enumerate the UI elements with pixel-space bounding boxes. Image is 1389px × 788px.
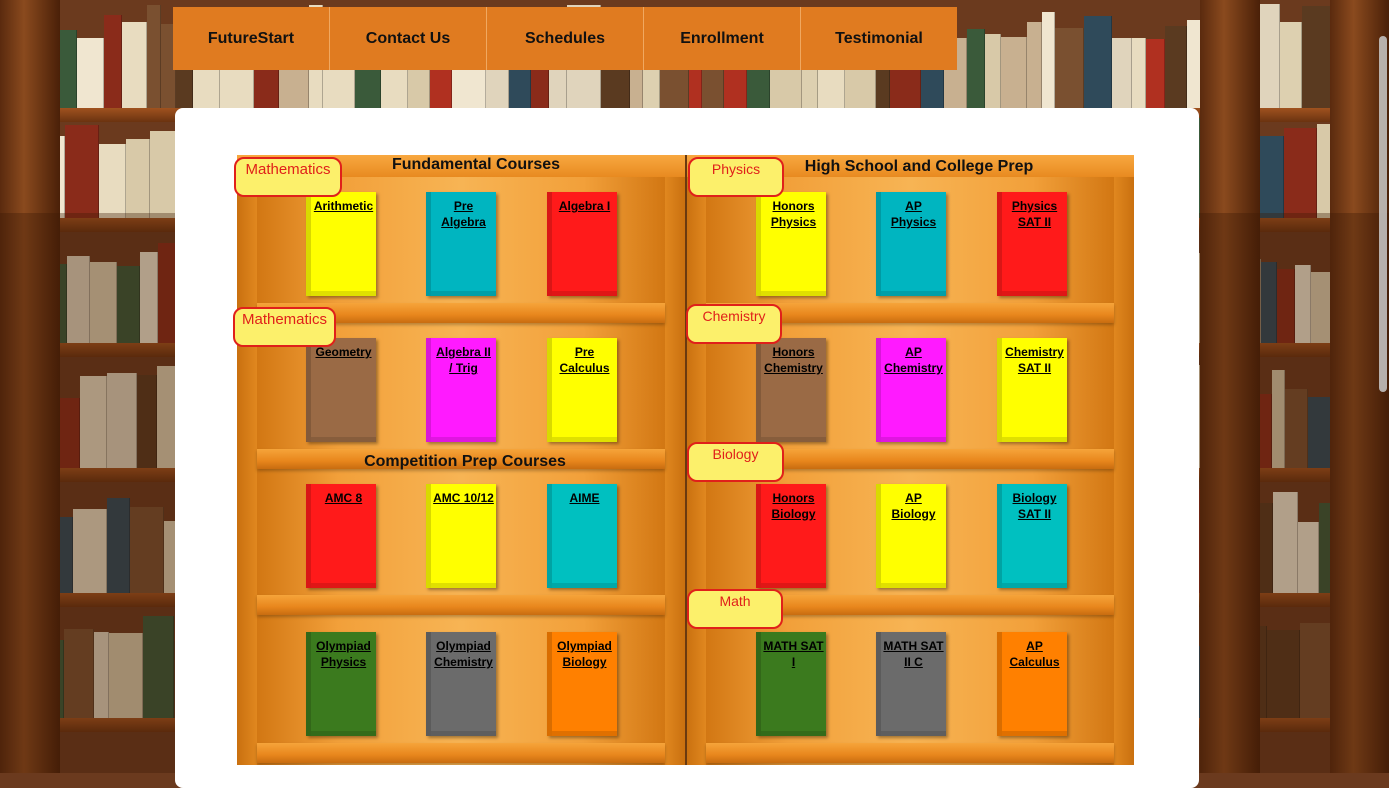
book-olympiad-chemistry[interactable]: Olympiad Chemistry — [426, 632, 496, 736]
book-olympiad-physics[interactable]: Olympiad Physics — [306, 632, 376, 736]
bg-book — [1027, 22, 1042, 110]
nav-testimonial[interactable]: Testimonial — [801, 7, 957, 70]
nav-contact-us[interactable]: Contact Us — [330, 7, 487, 70]
bg-book — [1001, 37, 1027, 110]
nav-futurestart[interactable]: FutureStart — [173, 7, 330, 70]
book-honors-chemistry[interactable]: Honors Chemistry — [756, 338, 826, 442]
book-math-sat-2c[interactable]: MATH SAT II C — [876, 632, 946, 736]
bg-book — [65, 125, 99, 220]
tag-math: Math — [687, 589, 783, 629]
nav-schedules[interactable]: Schedules — [487, 7, 644, 70]
shelf-plank — [706, 743, 1114, 763]
bg-book — [1132, 38, 1146, 110]
bg-book — [1084, 16, 1112, 110]
bg-book — [1042, 12, 1055, 110]
book-aime[interactable]: AIME — [547, 484, 617, 588]
bg-book — [1284, 128, 1317, 220]
bg-book — [77, 38, 104, 110]
book-honors-biology[interactable]: Honors Biology — [756, 484, 826, 588]
bg-book — [985, 34, 1001, 110]
book-geometry[interactable]: Geometry — [306, 338, 376, 442]
book-ap-physics[interactable]: AP Physics — [876, 192, 946, 296]
book-biology-sat-2[interactable]: Biology SAT II — [997, 484, 1067, 588]
bg-book — [147, 5, 161, 110]
book-ap-chemistry[interactable]: AP Chemistry — [876, 338, 946, 442]
bg-book — [126, 139, 150, 220]
book-algebra-2-trig[interactable]: Algebra II / Trig — [426, 338, 496, 442]
tag-physics: Physics — [688, 157, 784, 197]
book-chemistry-sat-2[interactable]: Chemistry SAT II — [997, 338, 1067, 442]
book-algebra-1[interactable]: Algebra I — [547, 192, 617, 296]
book-pre-calculus[interactable]: Pre Calculus — [547, 338, 617, 442]
book-amc-8[interactable]: AMC 8 — [306, 484, 376, 588]
bg-book — [104, 15, 122, 110]
page-scrollbar[interactable] — [1379, 36, 1387, 392]
bg-book — [1146, 39, 1165, 110]
bg-book — [1258, 136, 1284, 220]
bg-book — [1280, 22, 1302, 110]
bg-book — [967, 29, 985, 110]
book-pre-algebra[interactable]: Pre Algebra — [426, 192, 496, 296]
competition-prep-title: Competition Prep Courses — [364, 453, 566, 470]
book-amc-10-12[interactable]: AMC 10/12 — [426, 484, 496, 588]
bg-book — [99, 144, 126, 220]
book-ap-calculus[interactable]: AP Calculus — [997, 632, 1067, 736]
bg-book — [122, 22, 147, 110]
bg-book — [1165, 26, 1187, 110]
bg-book — [1257, 4, 1280, 110]
tag-mathematics-1: Mathematics — [234, 157, 342, 197]
bg-book — [1055, 28, 1084, 110]
hs-college-prep-title: High School and College Prep — [804, 158, 1034, 175]
bg-book — [1302, 6, 1332, 110]
book-physics-sat-2[interactable]: Physics SAT II — [997, 192, 1067, 296]
tag-chemistry: Chemistry — [686, 304, 782, 344]
tag-mathematics-2: Mathematics — [233, 307, 336, 347]
book-arithmetic[interactable]: Arithmetic — [306, 192, 376, 296]
book-ap-biology[interactable]: AP Biology — [876, 484, 946, 588]
book-honors-physics[interactable]: Honors Physics — [756, 192, 826, 296]
tag-biology: Biology — [687, 442, 784, 482]
bg-book — [1112, 38, 1132, 110]
main-nav: FutureStart Contact Us Schedules Enrollm… — [173, 7, 957, 70]
shelf-plank — [257, 595, 665, 615]
fundamental-courses-title: Fundamental Courses — [391, 156, 561, 173]
nav-enrollment[interactable]: Enrollment — [644, 7, 801, 70]
book-math-sat-1[interactable]: MATH SAT I — [756, 632, 826, 736]
shelf-plank — [257, 743, 665, 763]
book-olympiad-biology[interactable]: Olympiad Biology — [547, 632, 617, 736]
